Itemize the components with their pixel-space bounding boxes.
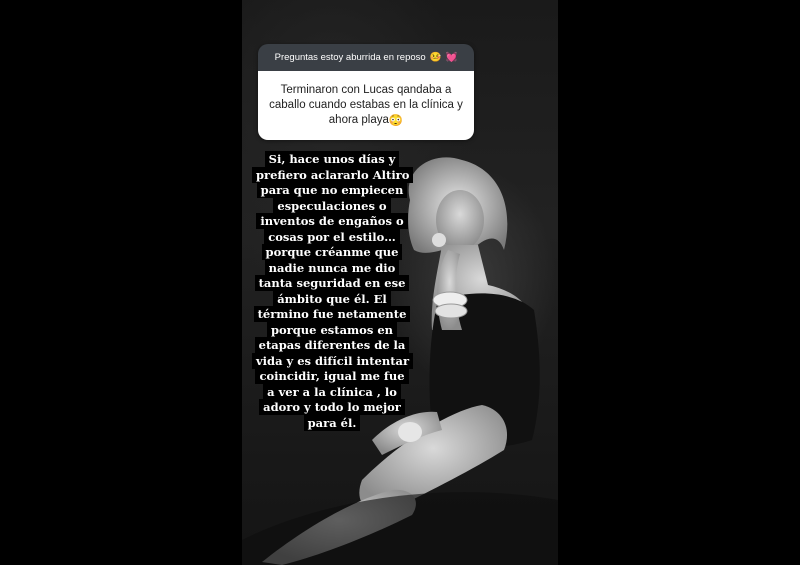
answer-text: Si, hace unos días y prefiero aclararlo … [252, 151, 414, 431]
heart-icon: 💓 [445, 52, 458, 63]
answer-caption: Si, hace unos días y prefiero aclararlo … [252, 151, 414, 431]
question-sticker-header: Preguntas estoy aburrida en reposo 🤒 💓 [258, 44, 474, 71]
question-text: Terminaron con Lucas qandaba a caballo c… [269, 83, 463, 126]
sick-face-icon: 🤒 [429, 52, 442, 63]
question-sticker-title: Preguntas estoy aburrida en reposo [274, 52, 426, 63]
question-sticker: Preguntas estoy aburrida en reposo 🤒 💓 T… [258, 44, 474, 140]
flushed-face-icon: 😳 [388, 114, 404, 127]
question-sticker-body: Terminaron con Lucas qandaba a caballo c… [258, 71, 474, 140]
